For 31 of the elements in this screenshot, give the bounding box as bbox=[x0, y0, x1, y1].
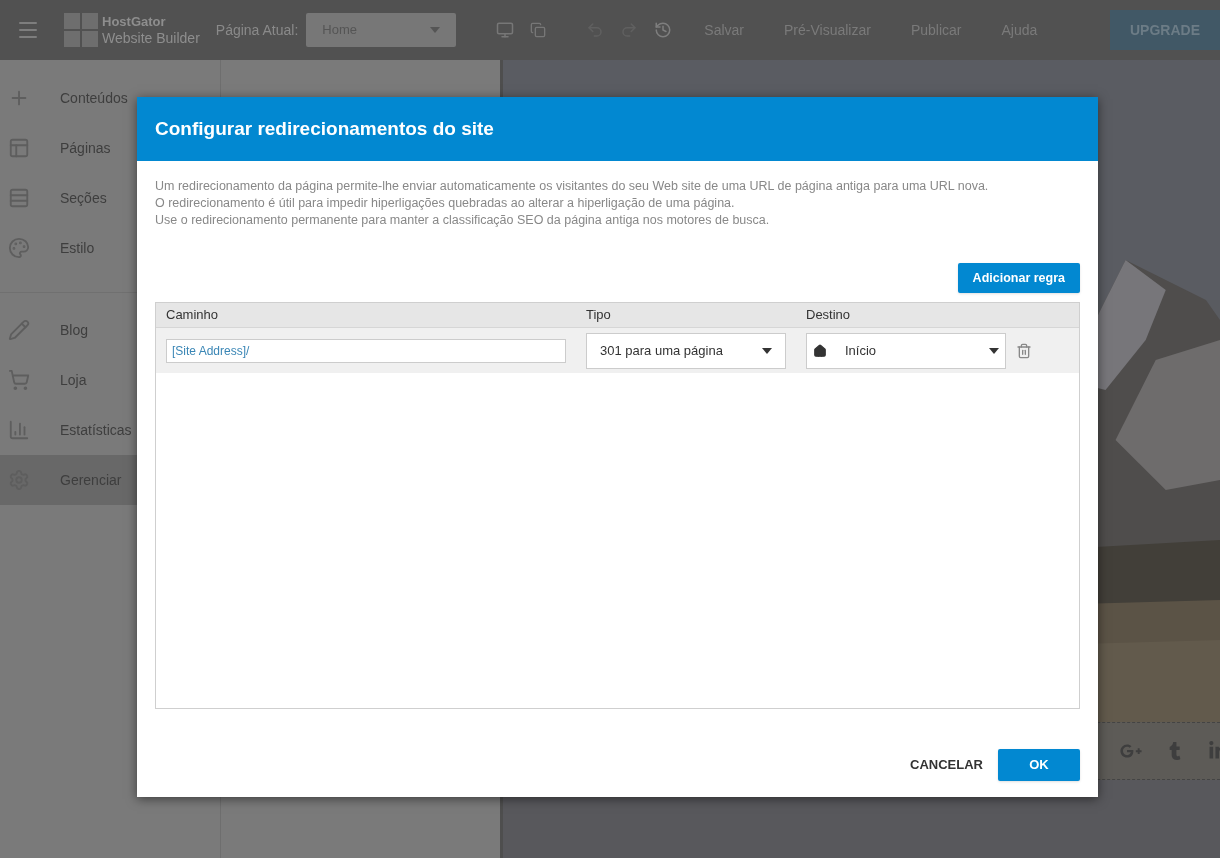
logo-icon bbox=[64, 13, 98, 47]
cancel-button[interactable]: CANCELAR bbox=[910, 749, 983, 781]
page-label: Página Atual: bbox=[215, 20, 299, 40]
desktop-icon[interactable] bbox=[496, 21, 515, 39]
sidebar-item[interactable]: Estatísticas bbox=[0, 405, 220, 455]
column-header: Caminho bbox=[166, 306, 220, 325]
caret-icon bbox=[430, 27, 441, 33]
cart-icon bbox=[8, 369, 30, 391]
rows-icon bbox=[8, 187, 30, 209]
caret-icon bbox=[989, 347, 999, 354]
type-select[interactable]: 301 para uma página bbox=[586, 332, 786, 369]
column-header: Tipo bbox=[586, 306, 612, 325]
pencil-icon bbox=[8, 319, 30, 341]
caret-icon bbox=[762, 347, 772, 354]
home-icon bbox=[813, 343, 827, 358]
palette-icon bbox=[8, 237, 30, 259]
destination-select[interactable]: Início bbox=[806, 332, 1006, 369]
ok-button[interactable]: OK bbox=[998, 749, 1080, 781]
delete-icon[interactable] bbox=[1016, 342, 1032, 359]
layout-icon bbox=[8, 137, 30, 159]
destination-value: Início bbox=[845, 341, 878, 360]
logo-subtitle: Website Builder bbox=[102, 30, 200, 46]
add-rule-button[interactable]: Adicionar regra bbox=[957, 263, 1080, 293]
tablet-icon[interactable] bbox=[530, 22, 547, 38]
path-field[interactable]: [Site Address]/ bbox=[166, 338, 566, 363]
description-text: O redirecionamento é útil para impedir hiperligações quebradas ao alterar a hiperligação de uma página. bbox=[155, 195, 736, 212]
column-header: Destino bbox=[806, 306, 851, 325]
bar-chart-icon bbox=[8, 419, 30, 441]
history-icon[interactable] bbox=[654, 21, 673, 39]
logo-title: HostGator bbox=[102, 14, 167, 30]
description-text: Um redirecionamento da página permite-lhe enviar automaticamente os visitantes do seu Web site de uma URL de página antiga para uma URL nova. bbox=[155, 178, 990, 195]
